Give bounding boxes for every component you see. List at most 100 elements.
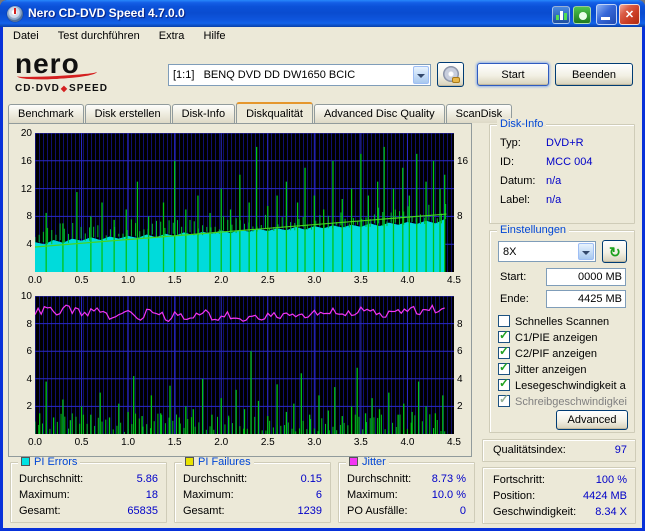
menubar: Datei Test durchführen Extra Hilfe [3,27,642,47]
end-field[interactable]: 4425 MB [546,290,626,308]
jitter-stats-panel: Jitter Durchschnitt: 8.73 % Maximum: 10.0 … [338,456,475,523]
titlebar-disc-icon-button[interactable] [573,5,591,24]
drive-action-button[interactable] [437,62,464,87]
end-field-label: Ende: [500,293,529,305]
speed-select[interactable]: 8X [498,241,596,262]
tab-diskqualitaet[interactable]: Diskqualität [236,102,313,123]
checkbox-c1-pie-anzeigen[interactable]: ✓ C1/PIE anzeigen [498,328,598,345]
axis-label: 3.5 [353,437,368,448]
stat-value: 0 [459,505,466,517]
minimize-button[interactable] [596,4,617,25]
settings-title: Einstellungen [497,224,570,236]
axis-label: 1.5 [167,275,182,286]
axis-label: 2.0 [214,437,229,448]
axis-label: 10 [20,291,32,302]
axis-label: 2.5 [260,275,275,286]
axis-label: 4.0 [400,275,415,286]
refresh-icon: ↻ [609,243,621,260]
refresh-button[interactable]: ↻ [602,240,627,263]
axis-label: 1.0 [121,275,136,286]
stat-label: Durchschnitt: [19,473,84,485]
stat-label: Durchschnitt: [347,473,412,485]
jitter-legend-icon [349,457,358,466]
stat-label: Maximum: [183,489,234,501]
drive-dropdown-arrow-icon[interactable] [413,66,429,84]
pi-errors-stats-title: PI Errors [34,456,78,468]
axis-label: 2.0 [214,275,229,286]
tab-bar: Benchmark Disk erstellen Disk-Info Diskq… [8,102,513,123]
tab-disk-erstellen[interactable]: Disk erstellen [84,104,171,123]
axis-label: 1.0 [121,437,136,448]
tab-benchmark[interactable]: Benchmark [8,104,84,123]
axis-label: 0.0 [28,275,42,286]
stat-label: Maximum: [347,489,398,501]
axis-label: 16 [20,155,32,167]
checkbox-schnelles-scannen[interactable]: ✓Schnelles Scannen [498,315,609,329]
tab-disk-info[interactable]: Disk-Info [171,104,236,123]
menu-datei[interactable]: Datei [5,27,47,45]
start-button[interactable]: Start [477,63,549,86]
nero-logo: nero CD·DVD◆SPEED [15,50,145,100]
logo-diamond-icon: ◆ [60,84,69,93]
checkbox-schreibgeschwindigkeit[interactable]: ✓ Schreibgeschwindigkei [498,392,627,409]
quit-button[interactable]: Beenden [555,63,633,86]
minimize-icon [601,17,610,20]
checkbox-c2-pif-anzeigen[interactable]: ✓ C2/PIF anzeigen [498,344,597,361]
axis-label: 4.5 [447,437,461,448]
position-value: 4424 MB [582,490,627,502]
start-field[interactable]: 0000 MB [546,268,626,286]
axis-label: 12 [20,183,32,195]
jitter-pif-chart [34,295,454,434]
axis-label: 8 [26,211,32,223]
stat-label: Gesamt: [19,505,61,517]
disk-info-label: Label: [500,194,530,206]
menu-extra[interactable]: Extra [151,27,193,45]
position-label: Position: [493,490,536,502]
pi-errors-stats-panel: PI Errors Durchschnitt: 5.86 Maximum: 18 G… [10,456,167,523]
drive-select[interactable]: [1:1] BENQ DVD DD DW1650 BCIC [168,64,431,86]
checkbox-icon: ✓ [498,376,510,391]
axis-label: 0.5 [74,437,89,448]
titlebar[interactable]: Nero CD-DVD Speed 4.7.0.0 ✕ [0,0,645,27]
axis-label: 2.5 [260,437,275,448]
pi-failures-legend-icon [185,457,194,466]
stat-value: 6 [315,489,322,501]
axis-label: 4.0 [400,437,415,448]
menu-test-durchfuehren[interactable]: Test durchführen [50,27,148,45]
stat-value: 18 [145,489,158,501]
stat-label: Durchschnitt: [183,473,248,485]
axis-label: 8 [26,318,32,330]
checkbox-lesegeschwindigkeit[interactable]: ✓ Lesegeschwindigkeit a [498,376,626,393]
axis-label: 3.5 [353,275,368,286]
app-window: Nero CD-DVD Speed 4.7.0.0 ✕ Datei Test d… [0,0,645,531]
titlebar-chart-icon-button[interactable] [552,5,570,24]
progress-panel: Fortschritt: 100 % Position: 4424 MB Gesch… [482,467,636,524]
logo-subtext: CD·DVD◆SPEED [15,83,108,94]
stat-value: 5.86 [136,473,158,485]
stat-value: 0.15 [300,473,322,485]
checkbox-jitter-anzeigen[interactable]: ✓ Jitter anzeigen [498,360,587,377]
disk-info-panel: Disk-Info Typ: DVD+R ID: MCC 004 Datum: n/a… [489,118,635,224]
app-icon [7,6,23,22]
quality-index-label: Qualitätsindex: [493,444,566,456]
quality-index-value: 97 [614,444,627,456]
stat-value: 10.0 % [431,489,466,501]
axis-label: 20 [20,128,32,139]
disk-info-value: n/a [546,194,562,206]
close-icon: ✕ [624,9,635,21]
speed-dropdown-arrow-icon[interactable] [578,243,594,260]
settings-panel: Einstellungen 8X ↻ Start: 0000 MB Ende: … [489,224,635,433]
stat-value: 8.73 % [431,473,466,485]
disk-info-label: ID: [500,156,515,168]
axis-label: 4 [26,239,32,251]
checkbox-icon: ✓ [498,392,510,407]
advanced-button[interactable]: Advanced [556,410,628,430]
menu-hilfe[interactable]: Hilfe [196,27,234,45]
pi-failures-stats-panel: PI Failures Durchschnitt: 0.15 Maximum: 6 … [174,456,331,523]
pi-errors-chart [34,132,454,272]
tab-advanced-disc-quality[interactable]: Advanced Disc Quality [313,104,445,123]
speed-value: 8.34 X [595,506,627,518]
disk-info-title: Disk-Info [497,118,547,130]
disk-info-label: Typ: [500,137,521,149]
close-button[interactable]: ✕ [619,4,640,25]
